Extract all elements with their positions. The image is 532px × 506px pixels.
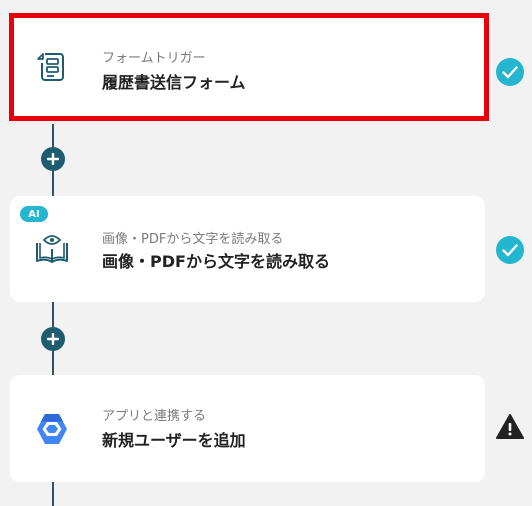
check-icon [496, 236, 524, 264]
add-step-button[interactable] [41, 147, 65, 171]
plus-icon [47, 153, 59, 165]
ocr-book-eye-icon [36, 235, 68, 263]
flow-step-card-ocr[interactable]: 画像・PDFから文字を読み取る 画像・PDFから文字を読み取る [10, 196, 485, 302]
add-step-button[interactable] [41, 327, 65, 351]
step-subtitle: フォームトリガー [102, 51, 206, 66]
step-title: 履歴書送信フォーム [102, 73, 246, 92]
flow-connector-3 [52, 482, 54, 506]
plus-icon [47, 333, 59, 345]
form-icon [37, 53, 64, 81]
warning-icon [496, 414, 524, 439]
step-title: 新規ユーザーを追加 [102, 431, 246, 450]
check-icon [496, 58, 524, 86]
flow-step-card-form-trigger[interactable]: フォームトリガー 履歴書送信フォーム [10, 17, 485, 117]
ai-badge: AI [20, 206, 48, 222]
google-workspace-hexagon-icon [37, 413, 67, 444]
flow-step-card-add-user[interactable]: アプリと連携する 新規ユーザーを追加 [10, 375, 485, 482]
step-subtitle: 画像・PDFから文字を読み取る [102, 232, 284, 247]
step-subtitle: アプリと連携する [102, 409, 207, 424]
step-title: 画像・PDFから文字を読み取る [102, 252, 330, 271]
